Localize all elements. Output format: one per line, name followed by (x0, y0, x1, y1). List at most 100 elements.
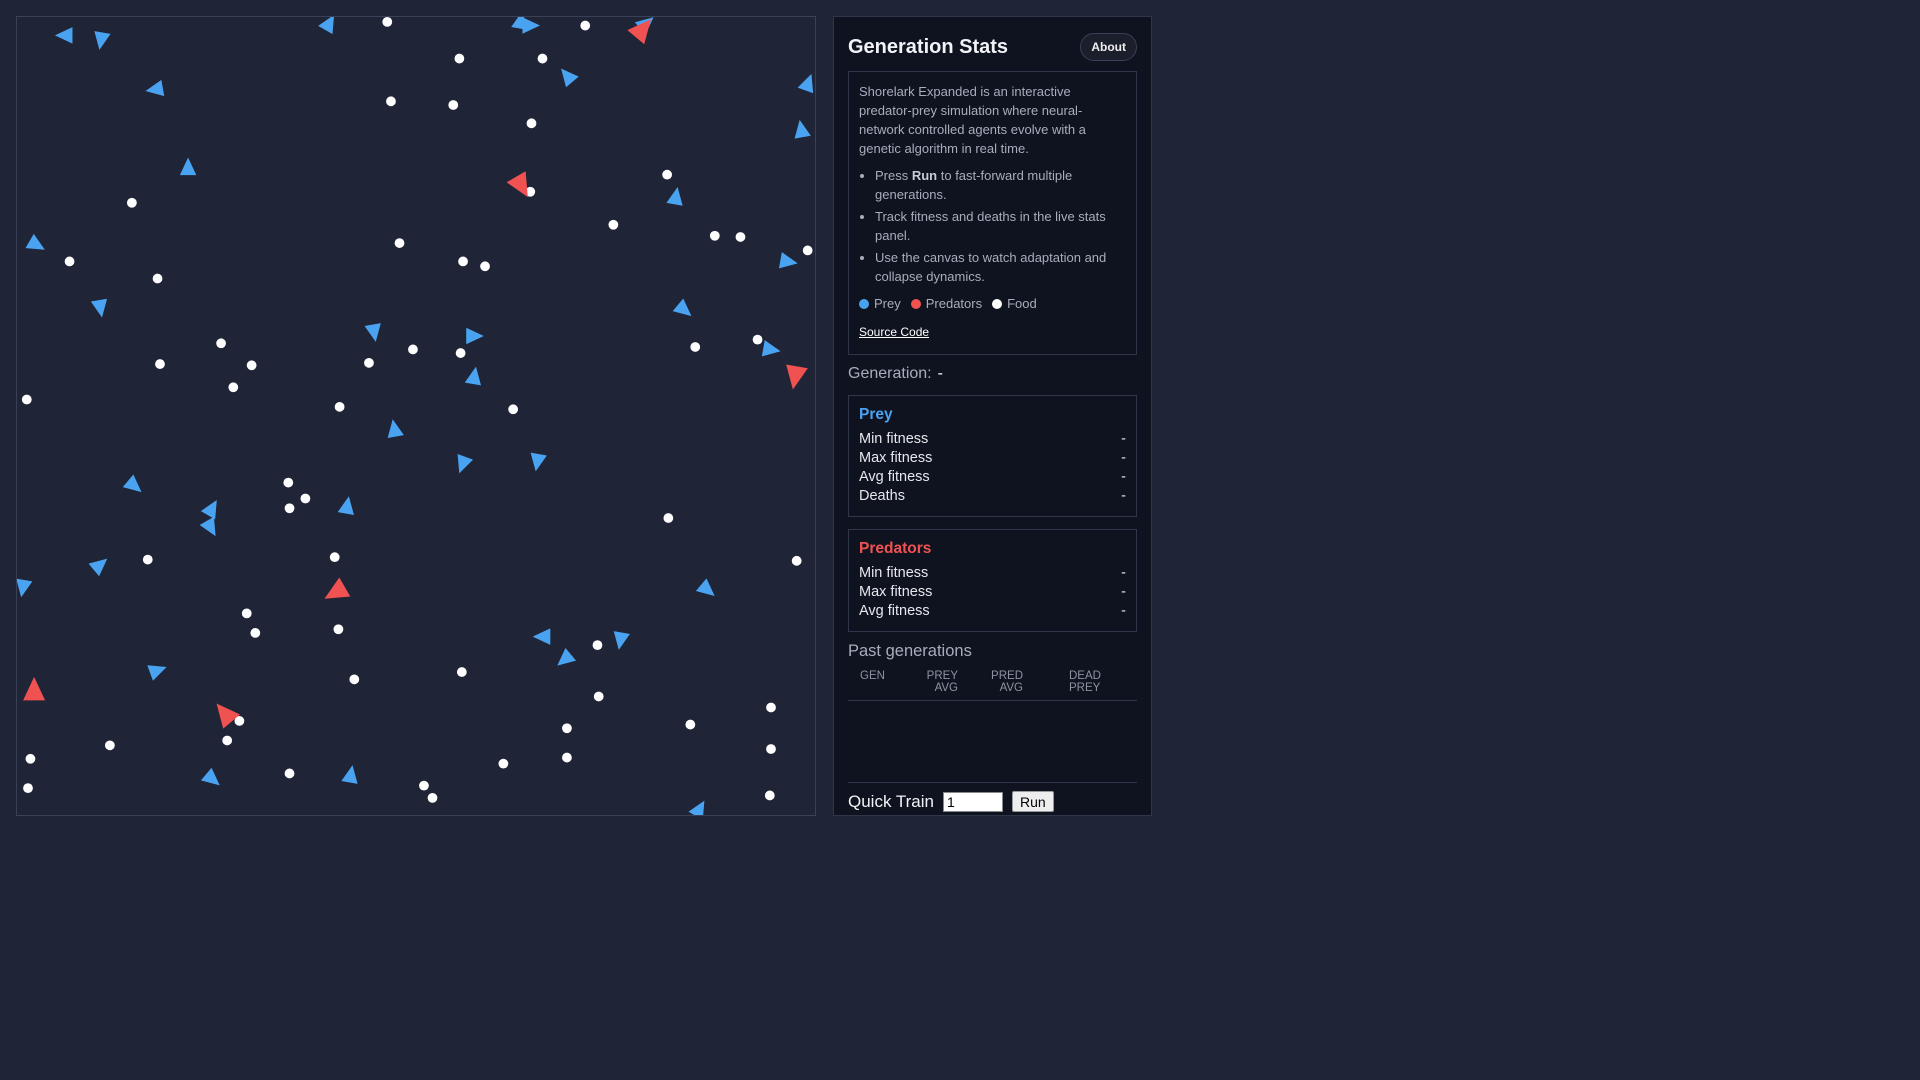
food-pellet (284, 503, 295, 514)
predator-stats-title: Predators (859, 540, 932, 557)
prey-agent (88, 558, 108, 577)
stat-row: Min fitness - (859, 430, 1126, 449)
past-generations-table (848, 701, 1137, 783)
prey-agent (341, 765, 358, 784)
food-pellet (526, 118, 537, 129)
food-pellet (25, 753, 36, 764)
prey-agent (561, 68, 579, 88)
quick-train-input[interactable] (942, 791, 1003, 812)
prey-agent (54, 27, 73, 44)
prey-agent (794, 119, 811, 139)
stat-value: - (1121, 450, 1126, 466)
legend-label: Prey (874, 296, 901, 311)
stat-row: Avg fitness - (859, 468, 1126, 487)
food-pellet (448, 100, 459, 110)
col-label: AVG (999, 682, 1023, 694)
predator-agent (216, 703, 241, 729)
food-pellet (250, 628, 261, 638)
food-pellet (284, 768, 295, 779)
prey-agent (16, 578, 33, 598)
food-pellet (663, 513, 674, 523)
food-pellet (752, 334, 763, 345)
prey-agent (122, 474, 142, 493)
prey-dot-icon (859, 299, 869, 309)
prey-agent (778, 252, 798, 269)
predator-agent (786, 364, 808, 390)
prey-agent (387, 419, 404, 438)
prey-agent (147, 665, 167, 681)
col-label: PREY (1069, 682, 1101, 694)
stat-row: Min fitness - (859, 564, 1126, 583)
food-pellet (562, 752, 572, 763)
prey-agent (318, 14, 335, 35)
generation-value: - (937, 365, 943, 382)
food-pellet (458, 256, 468, 267)
stat-label: Deaths (859, 488, 905, 504)
food-pellet (456, 667, 467, 677)
stat-label: Avg fitness (859, 603, 930, 619)
tip-text: Press (875, 168, 912, 183)
prey-agent (200, 767, 220, 786)
stat-value: - (1121, 603, 1126, 619)
prey-agent (530, 452, 547, 472)
food-pellet (537, 53, 548, 64)
stat-label: Min fitness (859, 431, 929, 447)
food-pellet (454, 53, 465, 64)
legend-food: Food (992, 294, 1037, 313)
past-generations-title: Past generations (848, 642, 972, 660)
prey-agent (557, 648, 577, 666)
food-pellet (608, 219, 619, 230)
about-box: Shorelark Expanded is an interactive pre… (848, 71, 1137, 355)
food-pellet (283, 477, 294, 488)
predator-stats: Predators Min fitness - Max fitness - Avg fi… (848, 529, 1137, 632)
food-pellet (592, 640, 603, 651)
stat-label: Max fitness (859, 584, 933, 600)
food-pellet (580, 20, 591, 31)
food-pellet (300, 493, 311, 504)
prey-agent (464, 366, 482, 386)
prey-agent (179, 157, 197, 176)
prey-agent (613, 631, 630, 650)
col-pred-avg: PRED AVG (958, 670, 1023, 694)
food-pellet (333, 624, 344, 635)
food-pellet (382, 17, 393, 27)
food-dot-icon (992, 299, 1003, 309)
simulation-canvas[interactable] (16, 11, 816, 820)
stat-label: Avg fitness (859, 469, 930, 485)
past-generations-header: GEN PREY AVG PRED AVG DEAD PREY (848, 670, 1137, 701)
prey-agent (25, 233, 45, 250)
panel-title: Generation Stats (848, 35, 1009, 58)
col-prey-avg: PREY AVG (890, 670, 958, 694)
prey-agent (364, 323, 381, 342)
food-pellet (334, 401, 345, 412)
tip-bold: Run (911, 168, 938, 183)
stat-row: Deaths - (859, 487, 1126, 506)
predator-agent (23, 676, 46, 701)
stat-value: - (1121, 584, 1126, 600)
food-pellet (349, 674, 360, 685)
legend-prey: Prey (859, 294, 901, 313)
col-label: DEAD (1069, 670, 1101, 682)
prey-agent (797, 73, 814, 94)
food-pellet (104, 740, 115, 751)
tip-item: Press Run to fast-forward multiple gener… (875, 166, 1126, 204)
prey-agent (200, 499, 217, 520)
prey-stats: Prey Min fitness - Max fitness - Avg fitness… (848, 395, 1137, 517)
stat-row: Max fitness - (859, 583, 1126, 602)
prey-agent (695, 578, 715, 596)
about-button[interactable]: About (1080, 33, 1137, 61)
food-pellet (386, 96, 396, 107)
food-pellet (508, 404, 519, 415)
run-button[interactable]: Run (1011, 791, 1054, 812)
prey-agent (466, 327, 484, 345)
source-code-link[interactable]: Source Code (859, 323, 929, 342)
food-pellet (427, 793, 438, 803)
col-label: PRED (991, 670, 1023, 682)
food-pellet (685, 719, 696, 730)
food-pellet (455, 348, 466, 358)
quick-train-label: Quick Train (848, 791, 934, 811)
tips-list: Press Run to fast-forward multiple gener… (859, 166, 1126, 286)
prey-agent (522, 17, 541, 34)
prey-agent (532, 628, 551, 645)
food-pellet (21, 394, 32, 405)
